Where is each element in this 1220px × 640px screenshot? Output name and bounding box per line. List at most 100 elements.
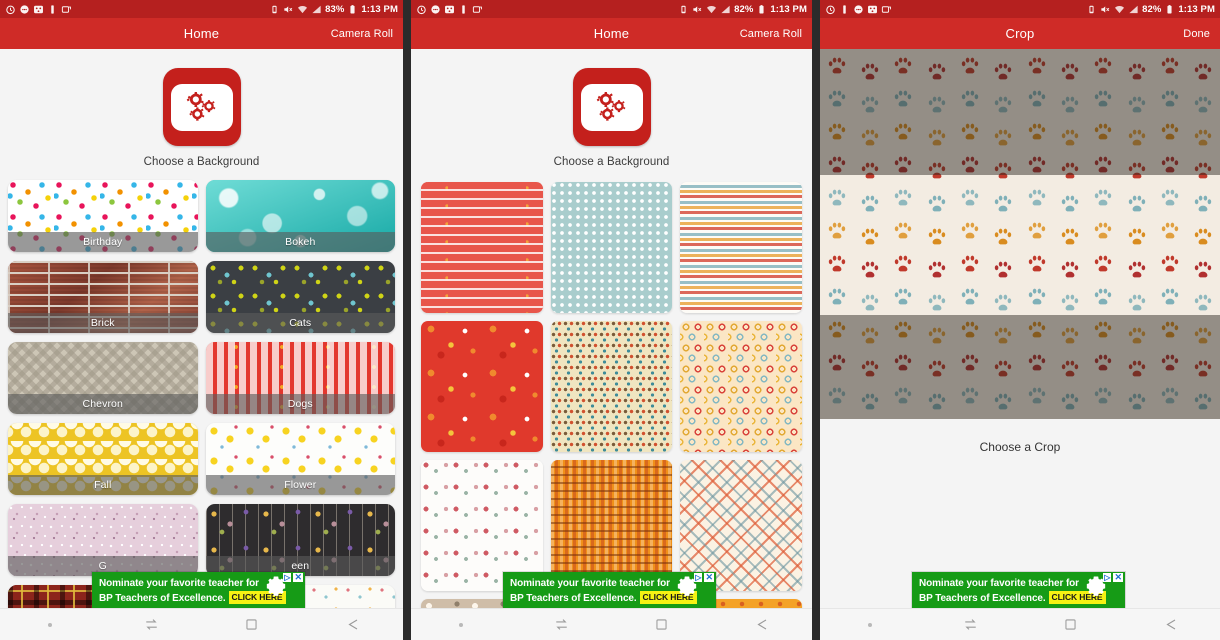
ad-line-1: Nominate your favorite teacher for [510,578,670,589]
panel-divider-2 [812,0,820,640]
grid-cell-pattern [421,321,543,452]
background-thumbnail[interactable]: Cats [205,261,395,333]
status-bar-left: 83% 1:13 PM [0,0,403,18]
close-icon[interactable]: ✕ [293,573,303,582]
vibrate-icon [269,4,280,15]
screenshot-icon [881,4,892,15]
home-dot-button[interactable] [411,622,511,627]
close-icon[interactable]: ✕ [704,573,714,582]
grid-cell-pattern [680,182,802,313]
choose-crop-label: Choose a Crop [979,440,1061,454]
app-bar-right: Crop Done [820,18,1220,49]
background-grid-cell[interactable] [680,182,802,313]
back-button[interactable] [302,617,403,632]
ad-banner-middle[interactable]: Nominate your favorite teacher for BP Te… [503,572,716,608]
battery-percent-label: 82% [734,3,754,15]
paw-print-icon [953,247,986,280]
background-grid-cell[interactable] [680,321,802,452]
home-dot-icon [459,622,464,627]
back-button[interactable] [712,617,812,632]
back-button[interactable] [1120,617,1220,632]
paw-print-icon [1153,181,1186,214]
gear-icon [265,576,287,604]
background-grid-cell[interactable] [421,182,543,313]
choose-background-label: Choose a Background [553,156,670,168]
background-thumbnail[interactable]: Birthday [8,180,198,252]
app-bar-middle: Home Camera Roll [411,18,812,49]
overview-button[interactable] [202,618,303,631]
paw-print-icon [1053,214,1086,247]
usb-icon [458,4,469,15]
gears-logo [162,68,241,146]
background-grid-cell[interactable] [550,321,673,452]
background-grid-cell[interactable] [421,321,543,452]
recent-apps-button[interactable] [101,617,202,632]
logo-header-left: Choose a Background [0,49,403,168]
home-dot-button[interactable] [820,622,920,627]
mute-icon [692,4,703,15]
paw-print-icon [1153,214,1186,247]
close-icon[interactable]: ✕ [1113,573,1123,582]
panel-crop-right: 82% 1:13 PM Crop Done Choose a Crop Nomi… [820,0,1220,640]
grid-cell-pattern [680,321,802,452]
background-thumbnail[interactable]: Fall [8,423,198,495]
done-button[interactable]: Done [1183,28,1210,40]
camera-roll-button[interactable]: Camera Roll [331,28,393,40]
photos-icon [867,4,878,15]
camera-roll-button[interactable]: Camera Roll [740,28,802,40]
background-grid-cell[interactable] [550,182,673,313]
background-thumbnail[interactable]: Dogs [205,342,395,414]
page-title: Crop [1005,26,1035,41]
home-dot-button[interactable] [0,622,101,627]
overview-button[interactable] [1020,618,1120,631]
ad-text: Nominate your favorite teacher for BP Te… [510,577,697,605]
grid-cell-pattern [550,321,673,452]
paw-print-icon [987,280,1020,313]
paw-print-icon [1087,214,1120,247]
usb-icon [839,4,850,15]
nav-bar-left [0,608,403,640]
background-thumbnail[interactable]: Bokeh [205,180,395,252]
paw-print-icon [987,247,1020,280]
paw-print-icon [853,247,886,280]
background-thumbnail[interactable]: Flower [205,423,395,495]
alarm-icon [5,4,16,15]
recent-apps-button[interactable] [920,617,1020,632]
paw-print-icon [1020,247,1053,280]
panel-home-left: 83% 1:13 PM Home Camera Roll Choose a Ba… [0,0,403,640]
status-left-icons-right [825,4,892,15]
ad-text: Nominate your favorite teacher for BP Te… [99,577,286,605]
paw-print-icon [1020,181,1053,214]
ad-line-1: Nominate your favorite teacher for [919,578,1079,589]
photos-icon [444,4,455,15]
logo-inner-plate [170,83,233,131]
crop-preview-area[interactable] [820,49,1220,419]
background-thumbnail[interactable]: Brick [8,261,198,333]
ad-banner-left[interactable]: Nominate your favorite teacher for BP Te… [92,572,305,608]
home-dot-icon [868,622,872,627]
paw-print-icon [1120,247,1153,280]
thumbnail-label: Brick [8,313,198,333]
background-thumbnail[interactable]: G [8,504,198,576]
thumbnail-label: Fall [8,475,198,495]
background-thumbnail[interactable]: een [205,504,395,576]
panel-home-middle: 82% 1:13 PM Home Camera Roll Choose a Ba… [411,0,812,640]
thumbnail-label: Dogs [205,394,395,414]
paw-print-icon [1053,181,1086,214]
background-thumbnail[interactable]: Chevron [8,342,198,414]
status-right-cluster-right: 82% 1:13 PM [1086,4,1215,15]
ad-banner-right[interactable]: Nominate your favorite teacher for BP Te… [912,572,1125,608]
paw-print-icon [1187,181,1220,214]
status-right-cluster: 83% 1:13 PM [269,4,398,15]
alarm-icon [825,4,836,15]
status-left-icons-middle [416,4,483,15]
recent-apps-button[interactable] [511,617,611,632]
battery-percent-label: 82% [1142,3,1162,15]
battery-icon [347,4,358,15]
status-right-cluster-middle: 82% 1:13 PM [678,4,807,15]
gear-icon [1085,576,1107,604]
overview-button[interactable] [612,618,712,631]
nav-bar-right [820,608,1220,640]
battery-icon [1164,4,1175,15]
mute-icon [283,4,294,15]
